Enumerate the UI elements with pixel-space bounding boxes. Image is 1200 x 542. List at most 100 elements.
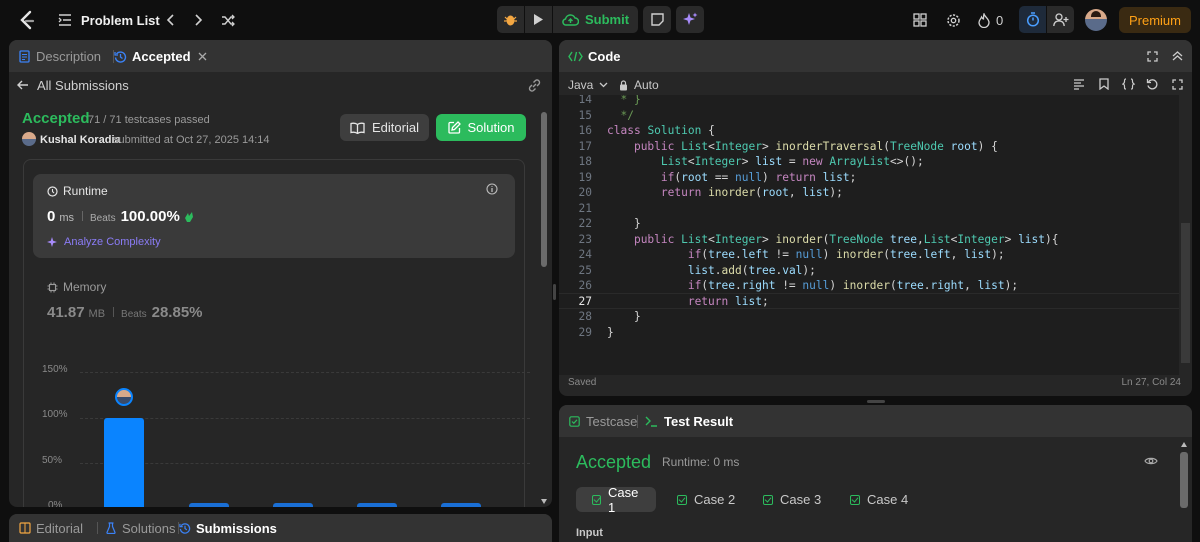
problem-list-link[interactable]: Problem List	[81, 12, 160, 28]
runtime-card[interactable]: Runtime 0 ms Beats 100.00% Analyze Compl…	[33, 174, 515, 258]
code-line[interactable]: public List<Integer> inorderTraversal(Tr…	[607, 139, 998, 155]
analyze-complexity-link[interactable]: Analyze Complexity	[47, 236, 161, 248]
tab-divider	[637, 415, 638, 428]
editorial-button[interactable]: Editorial	[340, 114, 429, 141]
scrollbar-thumb[interactable]	[1181, 223, 1190, 363]
solution-button[interactable]: Solution	[436, 114, 526, 141]
code-line[interactable]: return inorder(root, list);	[607, 185, 843, 201]
submit-button[interactable]: Submit	[553, 6, 638, 33]
tab-testcase[interactable]: Testcase	[569, 405, 637, 437]
lock-icon	[619, 79, 628, 91]
add-user-icon[interactable]	[1047, 6, 1074, 33]
tab-test-result[interactable]: Test Result	[645, 405, 733, 437]
timer-icon[interactable]	[1019, 6, 1046, 33]
code-scrollbar[interactable]	[1179, 100, 1192, 370]
ai-sparkle-button[interactable]	[676, 6, 704, 33]
eye-icon[interactable]	[1143, 454, 1159, 468]
format-icon[interactable]	[1072, 77, 1086, 91]
mode-selector[interactable]: Auto	[619, 77, 659, 93]
code-line[interactable]: }	[607, 309, 641, 325]
leetcode-logo-icon[interactable]	[16, 9, 38, 31]
line-number: 15	[578, 108, 592, 122]
code-line[interactable]: if(tree.left != null) inorder(tree.left,…	[607, 247, 1005, 263]
shuffle-icon[interactable]	[219, 11, 237, 29]
code-line[interactable]: }	[607, 216, 641, 232]
distribution-bar[interactable]	[441, 502, 481, 507]
braces-icon[interactable]	[1120, 77, 1136, 91]
bookmark-icon[interactable]	[1097, 77, 1111, 91]
submitter-name[interactable]: Kushal Koradia	[40, 134, 121, 146]
notes-button[interactable]	[643, 6, 671, 33]
info-icon[interactable]	[485, 182, 499, 196]
scrollbar-thumb[interactable]	[541, 112, 547, 267]
horizontal-splitter[interactable]	[867, 400, 885, 403]
cursor-position: Ln 27, Col 24	[1121, 377, 1182, 388]
gear-icon[interactable]	[944, 11, 962, 29]
layout-icon[interactable]	[911, 11, 929, 29]
gridline	[80, 417, 530, 419]
hands-icon	[183, 211, 195, 223]
memory-card[interactable]: Memory 41.87 MB Beats 28.85%	[33, 272, 515, 330]
code-line[interactable]: public List<Integer> inorder(TreeNode tr…	[607, 232, 1059, 248]
result-scrollbar[interactable]	[1179, 440, 1189, 542]
case-tab-2[interactable]: Case 2	[661, 487, 747, 512]
code-line[interactable]: class Solution {	[607, 123, 715, 139]
tab-description[interactable]: Description	[19, 40, 101, 72]
distribution-bar[interactable]	[357, 502, 397, 507]
chevron-left-icon[interactable]	[162, 11, 178, 29]
line-number: 29	[578, 325, 592, 339]
case-tab-1[interactable]: Case 1	[576, 485, 656, 515]
tab-submissions[interactable]: Submissions	[179, 514, 277, 542]
code-line[interactable]: if(tree.right != null) inorder(tree.righ…	[607, 278, 1018, 294]
language-select[interactable]: Java	[568, 77, 608, 93]
scrollbar-thumb[interactable]	[1180, 452, 1188, 508]
debug-button[interactable]	[497, 6, 524, 33]
fullscreen-icon[interactable]	[1170, 77, 1184, 91]
link-icon[interactable]	[525, 76, 543, 94]
scrollbar-track[interactable]	[540, 112, 548, 504]
tab-accepted[interactable]: Accepted	[114, 40, 207, 72]
case-tab-4[interactable]: Case 4	[834, 487, 920, 512]
case-tab-3[interactable]: Case 3	[747, 487, 833, 512]
tab-solutions[interactable]: Solutions	[106, 514, 175, 542]
submitter-avatar	[22, 132, 36, 146]
code-line[interactable]: return list;	[607, 294, 769, 310]
testcases-passed: 71 / 71 testcases passed	[88, 114, 210, 126]
y-tick-label: 50%	[42, 455, 63, 466]
maximize-icon[interactable]	[1145, 49, 1159, 63]
scroll-up-arrow[interactable]	[1180, 442, 1187, 447]
code-line[interactable]: list.add(tree.val);	[607, 263, 816, 279]
tab-editorial[interactable]: Editorial	[19, 514, 83, 542]
chip-icon	[47, 282, 58, 293]
distribution-bar[interactable]	[104, 417, 144, 507]
result-panel-tabs: Testcase Test Result	[559, 405, 1192, 437]
tab-code[interactable]: Code	[568, 40, 621, 72]
distribution-bar[interactable]	[189, 502, 229, 507]
vertical-splitter[interactable]	[553, 284, 556, 300]
scroll-down-arrow[interactable]	[541, 499, 547, 504]
line-number: 20	[578, 186, 592, 199]
avatar[interactable]	[1085, 9, 1107, 31]
code-line[interactable]: * }	[607, 95, 640, 108]
chevron-down-icon	[599, 82, 608, 88]
chevron-up-icon[interactable]	[1170, 49, 1184, 63]
history-icon	[179, 522, 191, 534]
line-number: 22	[578, 217, 592, 230]
premium-button[interactable]: Premium	[1119, 7, 1191, 33]
memory-beats-value: 28.85%	[151, 304, 203, 321]
flask-icon	[106, 522, 116, 534]
streak-counter[interactable]: 0	[978, 10, 1003, 30]
tab-divider	[97, 522, 98, 534]
chevron-right-icon[interactable]	[191, 11, 207, 29]
close-icon[interactable]	[198, 52, 207, 61]
code-editor[interactable]: 14 * } 15 */ 16 class Solution {17 public L…	[559, 95, 1179, 375]
distribution-bar[interactable]	[273, 502, 313, 507]
reset-icon[interactable]	[1145, 77, 1159, 91]
run-button[interactable]	[525, 6, 552, 33]
code-line[interactable]: List<Integer> list = new ArrayList<>();	[607, 154, 924, 170]
code-line[interactable]: if(root == null) return list;	[607, 170, 856, 186]
list-icon[interactable]	[57, 12, 73, 28]
code-line[interactable]: */	[607, 108, 633, 124]
all-submissions-link[interactable]: All Submissions	[17, 76, 129, 94]
code-line[interactable]: }	[607, 325, 614, 341]
